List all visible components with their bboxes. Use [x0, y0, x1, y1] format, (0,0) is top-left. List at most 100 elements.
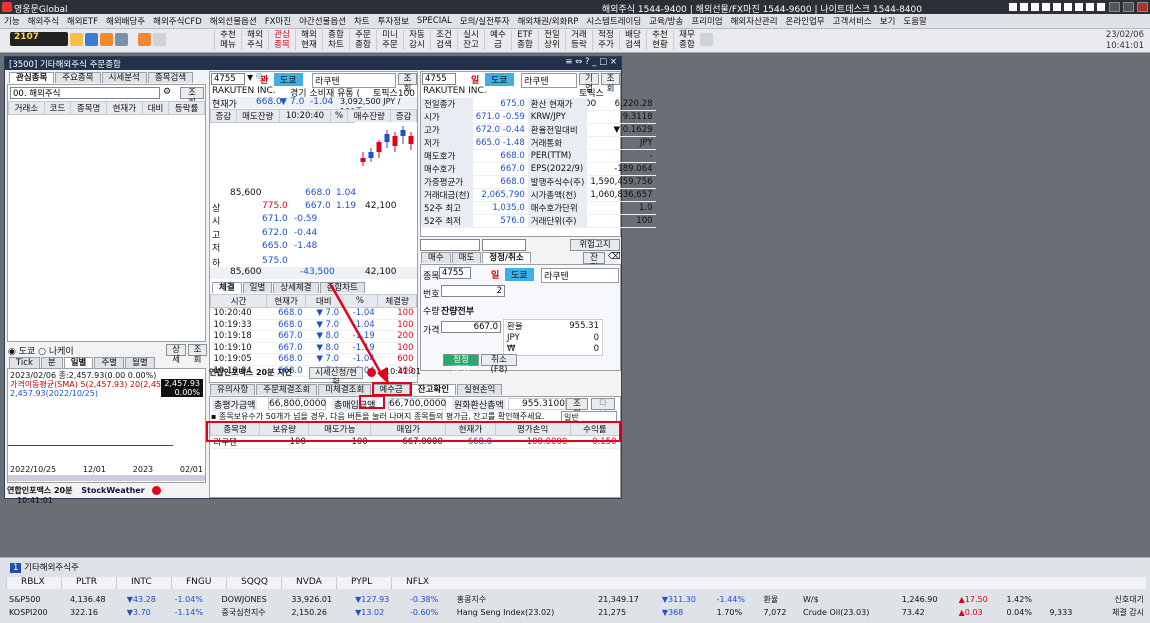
index-name[interactable]: 홍콩지수 [454, 593, 595, 606]
index-name[interactable]: S&P500 [6, 593, 67, 606]
toolbar-edit-icon[interactable] [700, 33, 713, 46]
toolbar-item[interactable]: 추천 메뉴 [214, 30, 241, 50]
lock-icon[interactable] [70, 33, 83, 46]
order-fav-icon[interactable]: 일 [491, 268, 499, 281]
menu-item[interactable]: 해외배당주 [106, 15, 145, 27]
menu-item[interactable]: 야간선물옵션 [299, 15, 346, 27]
tab[interactable]: 종목검색 [147, 72, 194, 83]
tab[interactable]: Tick [9, 357, 40, 368]
info-code-input[interactable] [422, 73, 456, 85]
index-name[interactable]: Hang Seng Index(23.02) [454, 606, 595, 619]
menu-item[interactable]: 해외ETF [67, 15, 98, 27]
menu-item[interactable]: 해외주식CFD [153, 15, 202, 27]
toolbar-item[interactable]: 자동 감시 [403, 30, 430, 50]
tab[interactable]: 관심종목 [9, 72, 55, 83]
tab[interactable]: 월별 [125, 357, 155, 368]
ticker-item[interactable]: NFLX [391, 577, 446, 589]
tab[interactable]: 일별 [63, 357, 94, 368]
page-button[interactable]: 9 [1096, 2, 1106, 12]
toolbar-item[interactable]: 주문 종합 [349, 30, 376, 50]
menu-item[interactable]: 교육/방송 [649, 15, 683, 27]
page-button[interactable]: 4 [1041, 2, 1051, 12]
order-code-input[interactable] [439, 267, 471, 279]
menu-item[interactable]: 해외주식 [28, 15, 59, 27]
toolbar-item[interactable]: 종합 차트 [322, 30, 349, 50]
index-name[interactable]: Crude Oil(23.03) [800, 606, 899, 619]
index-name[interactable]: 중국심천지수 [219, 606, 289, 619]
memo-icon[interactable] [115, 33, 128, 46]
watchlist-column-header[interactable]: 거래소 [8, 101, 45, 115]
tab[interactable]: 잔고확인 [410, 384, 457, 395]
menu-item[interactable]: 해외선물옵션 [210, 15, 257, 27]
watchlist-column-header[interactable]: 대비 [141, 101, 170, 115]
risk-input-1[interactable] [420, 239, 480, 251]
menu-item[interactable]: SPECIAL [417, 16, 452, 26]
ticker-item[interactable]: NVDA [281, 577, 336, 589]
quote-fav-icon[interactable]: 관 [260, 73, 268, 86]
radio-tokyo[interactable]: ◉ [8, 347, 19, 357]
ticker-item[interactable]: FNGU [171, 577, 226, 589]
toolbar-item[interactable]: ETF 종합 [511, 30, 538, 50]
ticker-item[interactable]: RBLX [6, 577, 61, 589]
order-qty-value[interactable]: 잔량전부 [441, 304, 474, 317]
menu-item[interactable]: 온라인업무 [786, 15, 825, 27]
page-button[interactable]: 3 [1030, 2, 1040, 12]
close-icon[interactable] [1137, 2, 1148, 12]
detail-button[interactable]: 상세 [166, 344, 186, 365]
tab[interactable]: 상세체결 [273, 282, 319, 293]
toolbar-item[interactable]: 전일 상위 [538, 30, 565, 50]
watchlist-column-header[interactable]: 현재가 [105, 101, 143, 115]
quote-query-button[interactable]: 조회 [398, 73, 417, 94]
watchlist-column-header[interactable]: 종목명 [70, 101, 107, 115]
menu-item[interactable]: 차트 [354, 15, 370, 27]
page-button[interactable]: 6 [1063, 2, 1073, 12]
toolbar-item[interactable]: 거래 등락 [565, 30, 592, 50]
risk-input-2[interactable] [482, 239, 526, 251]
index-name[interactable]: 환율 [761, 593, 800, 606]
ticker-item[interactable]: PLTR [61, 577, 116, 589]
menu-item[interactable]: 투자정보 [378, 15, 409, 27]
chart-query-button[interactable]: 조회 [188, 344, 207, 365]
index-name[interactable]: DOWJONES [219, 593, 289, 606]
tab[interactable]: 주별 [94, 357, 124, 368]
tab[interactable]: 주요종목 [55, 72, 101, 83]
cancel-order-button[interactable]: 취소(F8) [481, 354, 517, 375]
gear-icon[interactable]: ⚙ [163, 87, 171, 97]
radio-nikkei[interactable]: ○ [38, 347, 49, 357]
chart-icon[interactable] [138, 33, 151, 46]
ticker-item[interactable]: INTC [116, 577, 171, 589]
modify-order-button[interactable]: 정정(F5) [443, 354, 479, 375]
tab[interactable]: 분 [40, 357, 63, 368]
page-button[interactable]: 2 [1019, 2, 1029, 12]
watchlist-group-select[interactable] [10, 87, 160, 99]
page-button[interactable]: 8 [1085, 2, 1095, 12]
toolbar-item[interactable]: 조건 검색 [430, 30, 457, 50]
info-query-button[interactable]: 조회 [601, 73, 620, 94]
menu-item[interactable]: 시스템트레이딩 [586, 15, 641, 27]
toolbar-item[interactable]: 적정 주가 [592, 30, 619, 50]
tab[interactable]: 정정/취소 [482, 252, 531, 263]
menu-item[interactable]: 고객서비스 [833, 15, 872, 27]
window-controls-icon[interactable]: ≡ ⇔ ? _ □ × [565, 57, 617, 67]
toolbar-item[interactable]: 관심 종목 [268, 30, 295, 50]
toolbar-item[interactable]: 재무 종합 [673, 30, 700, 50]
eraser-icon[interactable]: ⌫ [608, 252, 621, 262]
menu-item[interactable]: 기능 [4, 15, 20, 27]
menu-item[interactable]: 보기 [880, 15, 896, 27]
menu-item[interactable]: 해외채권/외화RP [518, 15, 579, 27]
toolbar-item[interactable]: 예수 금 [484, 30, 511, 50]
order-icon[interactable] [100, 33, 113, 46]
index-name[interactable]: KOSPI200 [6, 606, 67, 619]
tab[interactable]: 일별 [242, 282, 273, 293]
menu-item[interactable]: 해외자산관리 [731, 15, 778, 27]
settings-icon[interactable] [153, 33, 166, 46]
ticker-item[interactable]: PYPL [336, 577, 391, 589]
balance-query-button[interactable]: 조회 [566, 398, 588, 419]
toolbar-item[interactable]: 실시 잔고 [457, 30, 484, 50]
tab[interactable]: 주문체결조회 [256, 384, 318, 395]
tab[interactable]: 시세분석 [101, 72, 147, 83]
user-icon[interactable] [85, 33, 98, 46]
toolbar-item[interactable]: 추천 현황 [646, 30, 673, 50]
enterprise-button[interactable]: 기업 [579, 73, 599, 94]
balance-next-button[interactable]: 다음 [591, 398, 615, 419]
